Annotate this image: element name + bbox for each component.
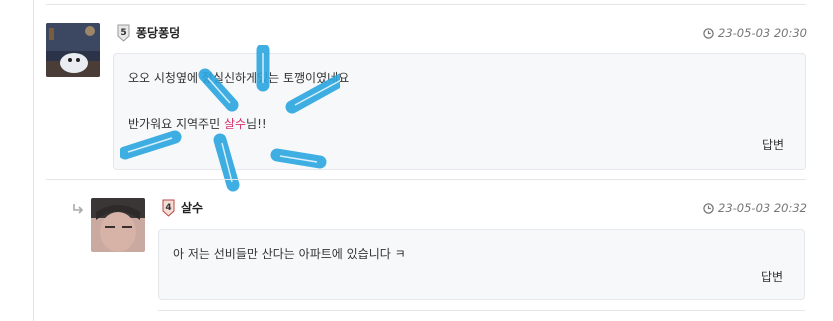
comment-text-line1: 오오 시청옆에 젊실신하게있는 토깽이였네요 — [128, 71, 350, 85]
thread-left-border — [33, 0, 34, 321]
comment-author[interactable]: 살수 — [181, 201, 203, 215]
level-badge-icon: 5 — [117, 24, 130, 42]
level-badge-icon: 4 — [162, 199, 175, 217]
comment-text-prefix: 반가워요 지역주민 — [128, 117, 224, 131]
comment-timestamp: 23-05-03 20:32 — [703, 201, 807, 215]
reply-button[interactable]: 답변 — [762, 138, 784, 152]
timestamp-text: 23-05-03 20:32 — [718, 201, 807, 215]
level-number: 4 — [165, 203, 171, 213]
avatar[interactable] — [91, 198, 145, 252]
user-mention[interactable]: 살수 — [224, 117, 246, 131]
divider-top — [46, 4, 806, 5]
comment-text-line1: 아 저는 선비들만 산다는 아파트에 있습니다 ㅋ — [173, 247, 406, 261]
divider — [158, 310, 805, 311]
clock-icon — [703, 202, 714, 214]
level-number: 5 — [120, 28, 126, 38]
comment-body — [158, 229, 805, 300]
comment-text-suffix: 님!! — [246, 117, 267, 131]
clock-icon — [703, 27, 714, 39]
comment-timestamp: 23-05-03 20:30 — [703, 26, 807, 40]
comment-text-line2: 반가워요 지역주민 살수님!! — [128, 117, 267, 131]
timestamp-text: 23-05-03 20:30 — [718, 26, 807, 40]
reply-button[interactable]: 답변 — [761, 270, 783, 284]
divider — [46, 179, 806, 180]
avatar[interactable] — [46, 23, 100, 77]
reply-arrow-icon — [73, 204, 84, 214]
comment-author[interactable]: 퐁당퐁덩 — [136, 26, 180, 40]
